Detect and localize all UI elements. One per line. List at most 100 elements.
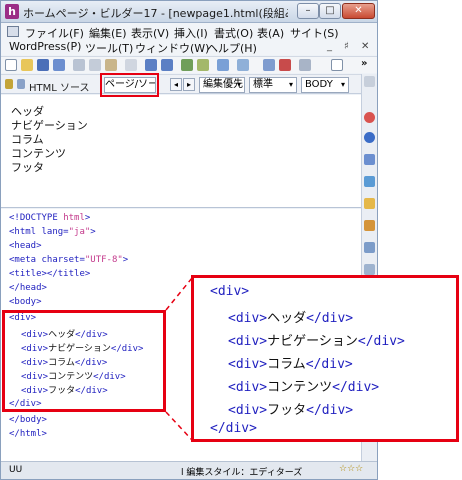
gallery-icon[interactable] bbox=[364, 264, 375, 275]
print-icon[interactable] bbox=[299, 59, 311, 71]
zoom-callout: <div> <div>ヘッダ</div> <div>ナビゲーション</div> … bbox=[191, 275, 459, 442]
code-highlight-box bbox=[2, 310, 166, 412]
app-logo-icon: h bbox=[5, 4, 19, 19]
menu-tools[interactable]: ツール(T) bbox=[85, 40, 133, 56]
new-file-icon[interactable] bbox=[5, 59, 17, 71]
shape-icon[interactable] bbox=[364, 112, 375, 123]
callout-line: <div>ナビゲーション</div> bbox=[228, 330, 405, 349]
menu-table[interactable]: 表(A) bbox=[257, 25, 284, 41]
design-view[interactable]: ヘッダ ナビゲーション コラム コンテンツ フッタ bbox=[1, 95, 361, 208]
callout-tag: <div> bbox=[228, 357, 268, 372]
callout-line: <div>ヘッダ</div> bbox=[228, 307, 353, 326]
design-text-footer[interactable]: フッタ bbox=[11, 159, 44, 175]
image-icon[interactable] bbox=[197, 59, 209, 71]
menu-view[interactable]: 表示(V) bbox=[131, 25, 169, 41]
source-attr-value: "ja" bbox=[68, 227, 91, 237]
source-tag: <!DOCTYPE bbox=[9, 213, 64, 223]
callout-text: ヘッダ bbox=[267, 311, 307, 326]
callout-line: </div> bbox=[210, 421, 257, 436]
callout-line: <div>コンテンツ</div> bbox=[228, 376, 379, 395]
source-line[interactable]: <head> bbox=[9, 241, 42, 251]
menu-edit[interactable]: 編集(E) bbox=[89, 25, 127, 41]
tab-next-button[interactable]: ▸ bbox=[183, 78, 195, 91]
close-button[interactable]: ✕ bbox=[342, 3, 375, 19]
tab-html-source[interactable]: HTML ソース bbox=[29, 79, 90, 94]
copy-icon[interactable] bbox=[89, 59, 101, 71]
callout-tag: </div> bbox=[306, 311, 354, 326]
source-line[interactable]: <meta charset="UTF-8"> bbox=[9, 255, 128, 265]
menu-format[interactable]: 書式(O) bbox=[214, 25, 253, 41]
tab-prev-button[interactable]: ◂ bbox=[170, 78, 182, 91]
mdi-restore-button[interactable]: ♯ bbox=[344, 41, 349, 52]
edit-icon[interactable] bbox=[364, 220, 375, 231]
table-icon[interactable] bbox=[217, 59, 229, 71]
folder-icon[interactable] bbox=[364, 198, 375, 209]
callout-tag: <div> bbox=[228, 403, 268, 418]
link-icon[interactable] bbox=[181, 59, 193, 71]
callout-tag: </div> bbox=[332, 380, 380, 395]
menu-site[interactable]: サイト(S) bbox=[290, 25, 339, 41]
delete-icon[interactable] bbox=[125, 59, 137, 71]
standard-toolbar: » bbox=[1, 56, 377, 73]
callout-line: <div>コラム</div> bbox=[228, 353, 353, 372]
site-icon[interactable] bbox=[364, 176, 375, 187]
mdi-close-button[interactable]: ✕ bbox=[361, 41, 369, 52]
redo-icon[interactable] bbox=[161, 59, 173, 71]
menu-insert[interactable]: 挿入(I) bbox=[174, 25, 208, 41]
callout-text: フッタ bbox=[267, 403, 307, 418]
layout-icon[interactable] bbox=[263, 59, 275, 71]
tab-highlight-box bbox=[100, 73, 159, 97]
source-line[interactable]: <!DOCTYPE html> bbox=[9, 213, 90, 223]
source-line[interactable]: </html> bbox=[9, 429, 47, 439]
mdi-minimize-button[interactable]: _ bbox=[327, 41, 332, 52]
callout-line: <div>フッタ</div> bbox=[228, 399, 353, 418]
parts-icon[interactable] bbox=[364, 154, 375, 165]
callout-tag: </div> bbox=[306, 403, 354, 418]
callout-line: <div> bbox=[210, 284, 250, 299]
chevron-down-icon: ▾ bbox=[340, 80, 345, 89]
source-tag: > bbox=[122, 255, 129, 265]
open-folder-icon[interactable] bbox=[21, 59, 33, 71]
settings-icon[interactable] bbox=[364, 242, 375, 253]
source-line[interactable]: </body> bbox=[9, 415, 47, 425]
status-bar: UU l 編集スタイル：エディターズ ☆☆☆ bbox=[1, 461, 377, 479]
source-tag: <meta charset= bbox=[9, 255, 85, 265]
callout-tag: </div> bbox=[305, 357, 353, 372]
status-edit-style: l 編集スタイル：エディターズ bbox=[181, 468, 303, 478]
source-line[interactable]: <html lang="ja"> bbox=[9, 227, 96, 237]
edit-mode-select[interactable]: 編集優先 ▾ bbox=[199, 77, 245, 93]
element-value: BODY bbox=[305, 79, 333, 90]
publish-icon[interactable] bbox=[279, 59, 291, 71]
source-attr-value: html bbox=[63, 213, 85, 223]
menu-help[interactable]: ヘルプ(H) bbox=[207, 40, 257, 56]
save-all-icon[interactable] bbox=[53, 59, 65, 71]
title-bar[interactable]: h ホームページ・ビルダー17 - [newpage1.html(段組み勉強..… bbox=[1, 1, 377, 23]
callout-text: コンテンツ bbox=[267, 380, 333, 395]
source-line[interactable]: </head> bbox=[9, 283, 47, 293]
save-icon[interactable] bbox=[37, 59, 49, 71]
menu-bar: ファイル(F) 編集(E) 表示(V) 挿入(I) 書式(O) 表(A) サイト… bbox=[1, 23, 377, 55]
menu-wordpress[interactable]: WordPress(P) bbox=[9, 40, 81, 53]
callout-tag: <div> bbox=[228, 380, 268, 395]
wordpress-icon[interactable] bbox=[364, 132, 375, 143]
callout-tag: <div> bbox=[228, 334, 268, 349]
paste-icon[interactable] bbox=[105, 59, 117, 71]
menu-window[interactable]: ウィンドウ(W) bbox=[135, 40, 209, 56]
style-select[interactable]: 標準 ▾ bbox=[249, 77, 297, 93]
toolbar-overflow-button[interactable]: » bbox=[361, 58, 367, 69]
source-line[interactable]: <title></title> bbox=[9, 269, 90, 279]
collapse-icon[interactable] bbox=[364, 76, 375, 87]
element-select[interactable]: BODY ▾ bbox=[301, 77, 349, 93]
menu-file[interactable]: ファイル(F) bbox=[25, 25, 84, 41]
pencil-icon[interactable] bbox=[5, 79, 13, 89]
minimize-button[interactable]: – bbox=[297, 3, 319, 19]
maximize-button[interactable]: □ bbox=[319, 3, 341, 19]
document-icon[interactable] bbox=[7, 26, 19, 37]
style-box-icon[interactable] bbox=[331, 59, 343, 71]
preview-icon[interactable] bbox=[237, 59, 249, 71]
cut-icon[interactable] bbox=[73, 59, 85, 71]
source-icon[interactable] bbox=[17, 79, 25, 89]
source-line[interactable]: <body> bbox=[9, 297, 42, 307]
undo-icon[interactable] bbox=[145, 59, 157, 71]
status-encoding: UU bbox=[9, 465, 23, 475]
